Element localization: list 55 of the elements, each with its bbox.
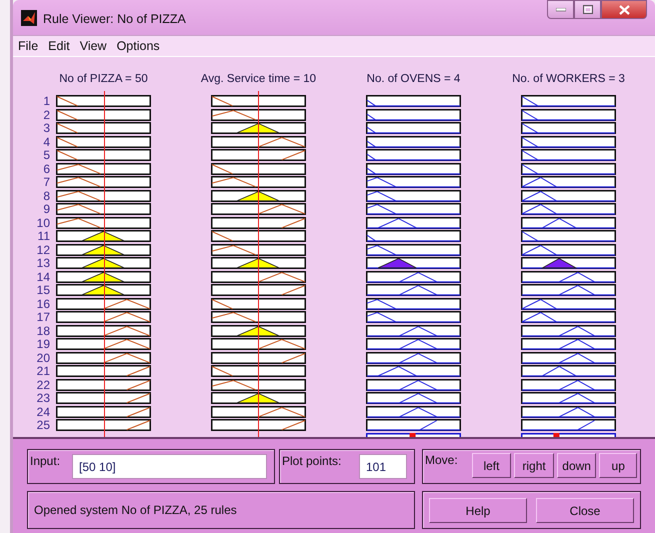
rule-number: 20 bbox=[36, 352, 50, 364]
rule-number: 6 bbox=[42, 162, 50, 174]
menu-item[interactable]: Edit bbox=[47, 39, 71, 53]
input-field[interactable]: [50 10] bbox=[72, 454, 267, 479]
field-label: Move: bbox=[425, 453, 458, 469]
status-text: Opened system No of PIZZA, 25 rules bbox=[34, 503, 237, 519]
rule-number: 15 bbox=[36, 284, 50, 296]
rule-number: 24 bbox=[36, 406, 50, 418]
input-line[interactable] bbox=[104, 91, 105, 437]
field-label: Input: bbox=[30, 454, 60, 470]
rule-number: 17 bbox=[36, 311, 50, 323]
rule-number: 14 bbox=[36, 270, 50, 282]
variable-label: Avg. Service time = 10 bbox=[200, 73, 316, 85]
rule-number: 19 bbox=[36, 338, 50, 350]
rule-number: 7 bbox=[42, 176, 50, 188]
help-button[interactable]: Help bbox=[429, 498, 527, 523]
close-button[interactable] bbox=[601, 0, 647, 19]
rule-number: 10 bbox=[36, 216, 50, 228]
rule-number: 25 bbox=[36, 419, 50, 431]
rule-number: 12 bbox=[36, 244, 50, 256]
rule-number: 5 bbox=[42, 149, 50, 161]
maximize-icon bbox=[582, 5, 592, 14]
menu-item[interactable]: View bbox=[78, 39, 108, 53]
input-line[interactable] bbox=[258, 91, 259, 437]
rule-number: 1 bbox=[42, 95, 50, 107]
variable-label: No. of OVENS = 4 bbox=[366, 73, 460, 85]
rule-number: 23 bbox=[36, 392, 50, 404]
variable-label: No. of WORKERS = 3 bbox=[512, 73, 625, 85]
rule-number: 9 bbox=[42, 203, 50, 215]
move-button[interactable]: down bbox=[556, 453, 596, 478]
rule-number: 18 bbox=[36, 324, 50, 336]
move-button[interactable]: left bbox=[472, 453, 512, 478]
move-button[interactable]: right bbox=[514, 453, 554, 478]
rule-number: 16 bbox=[36, 298, 50, 310]
rule-number: 3 bbox=[42, 122, 50, 134]
rule-number: 8 bbox=[42, 190, 50, 202]
rule-number: 4 bbox=[42, 136, 50, 148]
window-title: Rule Viewer: No of PIZZA bbox=[43, 10, 187, 26]
variable-label: No of PIZZA = 50 bbox=[59, 73, 148, 85]
rule-number: 22 bbox=[36, 378, 50, 390]
minimize-icon bbox=[556, 8, 566, 12]
minimize-button[interactable] bbox=[547, 0, 574, 19]
field-label: Plot points: bbox=[282, 454, 342, 470]
move-button[interactable]: up bbox=[599, 453, 638, 478]
rule-number: 13 bbox=[36, 257, 50, 269]
app-icon bbox=[21, 10, 37, 26]
rule-number: 11 bbox=[36, 230, 50, 242]
rule-number: 21 bbox=[36, 365, 50, 377]
close-button[interactable]: Close bbox=[536, 498, 634, 523]
maximize-button[interactable] bbox=[574, 0, 601, 19]
close-icon bbox=[618, 4, 630, 14]
plot-points-field[interactable]: 101 bbox=[359, 454, 407, 479]
menu-item[interactable]: File bbox=[17, 39, 40, 53]
rule-number: 2 bbox=[42, 108, 50, 120]
menu-item[interactable]: Options bbox=[116, 39, 161, 53]
